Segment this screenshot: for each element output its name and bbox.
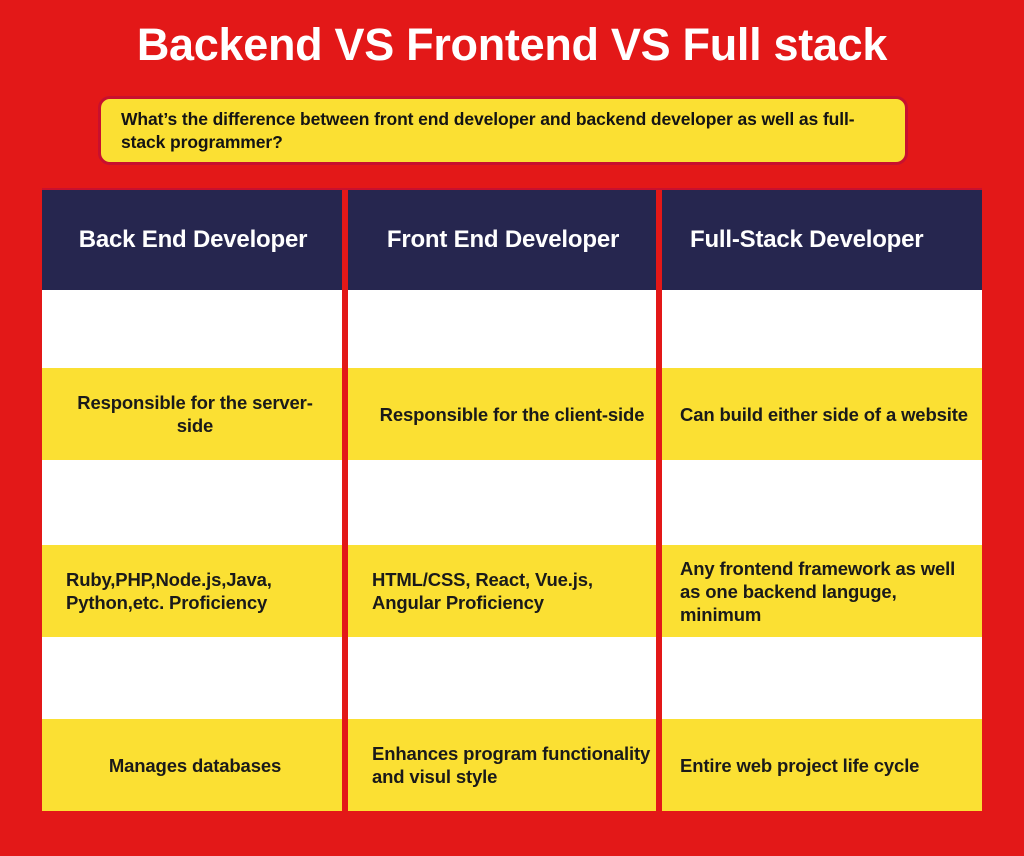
spacer-cell [42,637,348,719]
table-cell-skills-front-end: HTML/CSS, React, Vue.js, Angular Profici… [348,545,662,637]
cell-text: HTML/CSS, React, Vue.js, Angular Profici… [372,569,593,613]
table-spacer-row [42,290,982,368]
table-row: Responsible for the server-side Responsi… [42,368,982,460]
spacer-cell [348,637,662,719]
table-header-cell-front-end: Front End Developer [348,190,662,290]
cell-text: Manages databases [108,754,282,776]
page-title: Backend VS Frontend VS Full stack [136,19,888,70]
table-cell-responsibility-front-end: Responsible for the client-side [348,368,662,460]
table-header-cell-back-end: Back End Developer [42,190,348,290]
spacer-cell [662,290,982,368]
table-cell-skills-back-end: Ruby,PHP,Node.js,Java, Python,etc. Profi… [42,545,348,637]
cell-text: Responsible for the client-side [379,403,645,425]
table-row: Ruby,PHP,Node.js,Java, Python,etc. Profi… [42,545,982,637]
subtitle-text: What’s the difference between front end … [121,109,855,152]
spacer-cell [42,460,348,545]
spacer-cell [348,460,662,545]
table-cell-scope-front-end: Enhances program functionality and visul… [348,719,662,811]
spacer-cell [348,290,662,368]
table-header-cell-full-stack: Full-Stack Developer [662,190,982,290]
cell-text: Any frontend framework as well as one ba… [680,557,956,625]
cell-text: Entire web project life cycle [680,754,920,776]
table-row: Manages databases Enhances program funct… [42,719,982,811]
table-spacer-row [42,460,982,545]
table-header-row: Back End Developer Front End Developer F… [42,190,982,290]
table-cell-scope-full-stack: Entire web project life cycle [662,719,982,811]
comparison-table: Back End Developer Front End Developer F… [42,188,982,811]
table-cell-skills-full-stack: Any frontend framework as well as one ba… [662,545,982,637]
column-header-label: Back End Developer [78,226,308,253]
cell-text: Responsible for the server-side [77,392,313,436]
table-cell-responsibility-back-end: Responsible for the server-side [42,368,348,460]
column-header-label: Full-Stack Developer [690,226,924,253]
spacer-cell [42,290,348,368]
table-cell-responsibility-full-stack: Can build either side of a website [662,368,982,460]
cell-text: Enhances program functionality and visul… [372,743,651,787]
spacer-cell [662,460,982,545]
table-spacer-row [42,637,982,719]
table-cell-scope-back-end: Manages databases [42,719,348,811]
subtitle-callout: What’s the difference between front end … [98,96,908,165]
cell-text: Can build either side of a website [680,403,968,425]
cell-text: Ruby,PHP,Node.js,Java, Python,etc. Profi… [66,569,272,613]
spacer-cell [662,637,982,719]
column-header-label: Front End Developer [386,226,620,253]
